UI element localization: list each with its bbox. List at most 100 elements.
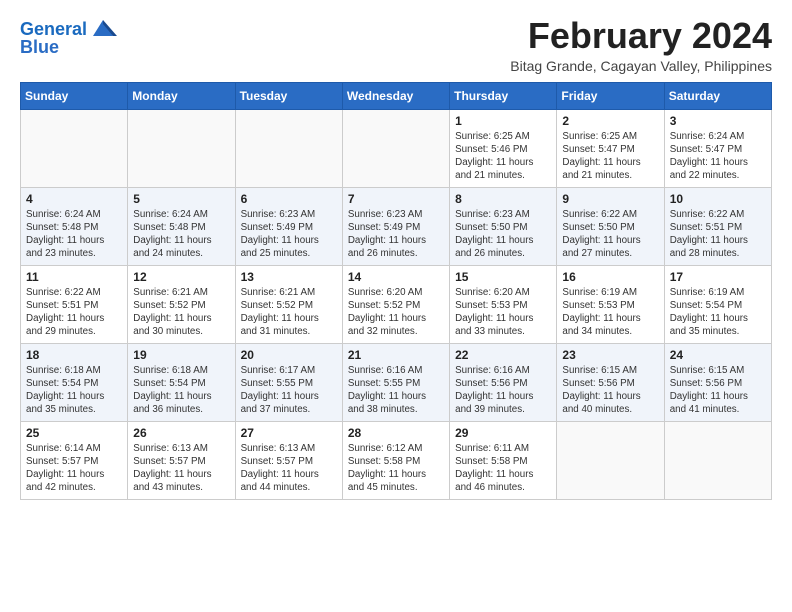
calendar-cell: 16 Sunrise: 6:19 AM Sunset: 5:53 PM Dayli… <box>557 265 664 343</box>
day-info: Sunrise: 6:21 AM Sunset: 5:52 PM Dayligh… <box>133 286 229 339</box>
day-number: 2 <box>562 114 658 128</box>
day-number: 4 <box>26 192 122 206</box>
day-number: 21 <box>348 348 444 362</box>
logo: General Blue <box>20 20 117 58</box>
day-info: Sunrise: 6:24 AM Sunset: 5:48 PM Dayligh… <box>26 208 122 261</box>
day-info: Sunrise: 6:25 AM Sunset: 5:47 PM Dayligh… <box>562 130 658 183</box>
day-number: 5 <box>133 192 229 206</box>
day-number: 16 <box>562 270 658 284</box>
day-info: Sunrise: 6:23 AM Sunset: 5:49 PM Dayligh… <box>348 208 444 261</box>
day-number: 20 <box>241 348 337 362</box>
calendar-cell: 7 Sunrise: 6:23 AM Sunset: 5:49 PM Daylig… <box>342 187 449 265</box>
calendar-cell: 2 Sunrise: 6:25 AM Sunset: 5:47 PM Daylig… <box>557 109 664 187</box>
day-info: Sunrise: 6:19 AM Sunset: 5:54 PM Dayligh… <box>670 286 766 339</box>
calendar-week-row: 1 Sunrise: 6:25 AM Sunset: 5:46 PM Daylig… <box>21 109 772 187</box>
calendar-cell: 19Sunrise: 6:18 AM Sunset: 5:54 PM Dayli… <box>128 343 235 421</box>
calendar-cell: 27 Sunrise: 6:13 AM Sunset: 5:57 PM Dayli… <box>235 421 342 499</box>
day-number: 6 <box>241 192 337 206</box>
calendar-week-row: 18 Sunrise: 6:18 AM Sunset: 5:54 PM Dayli… <box>21 343 772 421</box>
day-number: 17 <box>670 270 766 284</box>
logo-icon <box>89 18 117 38</box>
calendar-week-row: 4 Sunrise: 6:24 AM Sunset: 5:48 PM Daylig… <box>21 187 772 265</box>
calendar-cell <box>235 109 342 187</box>
day-info: Sunrise: 6:22 AM Sunset: 5:50 PM Dayligh… <box>562 208 658 261</box>
calendar-week-row: 25 Sunrise: 6:14 AM Sunset: 5:57 PM Dayli… <box>21 421 772 499</box>
day-number: 18 <box>26 348 122 362</box>
day-number: 7 <box>348 192 444 206</box>
day-info: Sunrise: 6:19 AM Sunset: 5:53 PM Dayligh… <box>562 286 658 339</box>
day-info: Sunrise: 6:18 AM Sunset: 5:54 PM Dayligh… <box>133 364 229 417</box>
calendar-cell: 8 Sunrise: 6:23 AM Sunset: 5:50 PM Daylig… <box>450 187 557 265</box>
day-info: Sunrise: 6:24 AM Sunset: 5:47 PM Dayligh… <box>670 130 766 183</box>
calendar-cell: 14Sunrise: 6:20 AM Sunset: 5:52 PM Dayli… <box>342 265 449 343</box>
calendar-week-row: 11 Sunrise: 6:22 AM Sunset: 5:51 PM Dayli… <box>21 265 772 343</box>
calendar-cell: 4 Sunrise: 6:24 AM Sunset: 5:48 PM Daylig… <box>21 187 128 265</box>
day-info: Sunrise: 6:20 AM Sunset: 5:53 PM Dayligh… <box>455 286 551 339</box>
day-info: Sunrise: 6:22 AM Sunset: 5:51 PM Dayligh… <box>670 208 766 261</box>
day-info: Sunrise: 6:12 AM Sunset: 5:58 PM Dayligh… <box>348 442 444 495</box>
day-info: Sunrise: 6:23 AM Sunset: 5:50 PM Dayligh… <box>455 208 551 261</box>
day-of-week-header: Tuesday <box>235 82 342 109</box>
calendar-cell: 24 Sunrise: 6:15 AM Sunset: 5:56 PM Dayli… <box>664 343 771 421</box>
logo-blue-text: Blue <box>20 38 59 58</box>
title-area: February 2024 Bitag Grande, Cagayan Vall… <box>510 16 772 74</box>
day-info: Sunrise: 6:21 AM Sunset: 5:52 PM Dayligh… <box>241 286 337 339</box>
calendar-cell: 22Sunrise: 6:16 AM Sunset: 5:56 PM Dayli… <box>450 343 557 421</box>
day-info: Sunrise: 6:15 AM Sunset: 5:56 PM Dayligh… <box>670 364 766 417</box>
day-number: 13 <box>241 270 337 284</box>
day-number: 8 <box>455 192 551 206</box>
calendar-cell: 13 Sunrise: 6:21 AM Sunset: 5:52 PM Dayli… <box>235 265 342 343</box>
day-number: 24 <box>670 348 766 362</box>
calendar-cell <box>557 421 664 499</box>
day-number: 26 <box>133 426 229 440</box>
day-number: 12 <box>133 270 229 284</box>
day-number: 27 <box>241 426 337 440</box>
day-number: 23 <box>562 348 658 362</box>
day-info: Sunrise: 6:16 AM Sunset: 5:55 PM Dayligh… <box>348 364 444 417</box>
day-number: 1 <box>455 114 551 128</box>
day-info: Sunrise: 6:15 AM Sunset: 5:56 PM Dayligh… <box>562 364 658 417</box>
day-number: 11 <box>26 270 122 284</box>
calendar-cell: 28 Sunrise: 6:12 AM Sunset: 5:58 PM Dayli… <box>342 421 449 499</box>
day-number: 9 <box>562 192 658 206</box>
calendar-cell <box>21 109 128 187</box>
day-info: Sunrise: 6:25 AM Sunset: 5:46 PM Dayligh… <box>455 130 551 183</box>
calendar-cell <box>664 421 771 499</box>
day-info: Sunrise: 6:23 AM Sunset: 5:49 PM Dayligh… <box>241 208 337 261</box>
calendar-cell: 18 Sunrise: 6:18 AM Sunset: 5:54 PM Dayli… <box>21 343 128 421</box>
day-number: 10 <box>670 192 766 206</box>
calendar-cell: 11 Sunrise: 6:22 AM Sunset: 5:51 PM Dayli… <box>21 265 128 343</box>
day-info: Sunrise: 6:13 AM Sunset: 5:57 PM Dayligh… <box>241 442 337 495</box>
calendar-cell: 29Sunrise: 6:11 AM Sunset: 5:58 PM Dayli… <box>450 421 557 499</box>
day-of-week-header: Saturday <box>664 82 771 109</box>
calendar-cell: 25 Sunrise: 6:14 AM Sunset: 5:57 PM Dayli… <box>21 421 128 499</box>
day-of-week-header: Monday <box>128 82 235 109</box>
day-info: Sunrise: 6:24 AM Sunset: 5:48 PM Dayligh… <box>133 208 229 261</box>
calendar-header-row: SundayMondayTuesdayWednesdayThursdayFrid… <box>21 82 772 109</box>
day-of-week-header: Friday <box>557 82 664 109</box>
calendar-cell: 3 Sunrise: 6:24 AM Sunset: 5:47 PM Daylig… <box>664 109 771 187</box>
day-info: Sunrise: 6:11 AM Sunset: 5:58 PM Dayligh… <box>455 442 551 495</box>
day-of-week-header: Wednesday <box>342 82 449 109</box>
calendar-cell: 20Sunrise: 6:17 AM Sunset: 5:55 PM Dayli… <box>235 343 342 421</box>
day-info: Sunrise: 6:14 AM Sunset: 5:57 PM Dayligh… <box>26 442 122 495</box>
day-number: 15 <box>455 270 551 284</box>
location-subtitle: Bitag Grande, Cagayan Valley, Philippine… <box>510 58 772 74</box>
day-info: Sunrise: 6:13 AM Sunset: 5:57 PM Dayligh… <box>133 442 229 495</box>
day-number: 22 <box>455 348 551 362</box>
day-info: Sunrise: 6:22 AM Sunset: 5:51 PM Dayligh… <box>26 286 122 339</box>
day-number: 14 <box>348 270 444 284</box>
calendar-cell <box>342 109 449 187</box>
calendar-cell: 1 Sunrise: 6:25 AM Sunset: 5:46 PM Daylig… <box>450 109 557 187</box>
month-year-title: February 2024 <box>510 16 772 56</box>
day-number: 28 <box>348 426 444 440</box>
calendar-cell: 17 Sunrise: 6:19 AM Sunset: 5:54 PM Dayli… <box>664 265 771 343</box>
day-info: Sunrise: 6:18 AM Sunset: 5:54 PM Dayligh… <box>26 364 122 417</box>
calendar-cell: 23 Sunrise: 6:15 AM Sunset: 5:56 PM Dayli… <box>557 343 664 421</box>
calendar-cell: 10 Sunrise: 6:22 AM Sunset: 5:51 PM Dayli… <box>664 187 771 265</box>
day-number: 3 <box>670 114 766 128</box>
day-of-week-header: Sunday <box>21 82 128 109</box>
calendar-cell: 6 Sunrise: 6:23 AM Sunset: 5:49 PM Daylig… <box>235 187 342 265</box>
day-of-week-header: Thursday <box>450 82 557 109</box>
day-number: 25 <box>26 426 122 440</box>
